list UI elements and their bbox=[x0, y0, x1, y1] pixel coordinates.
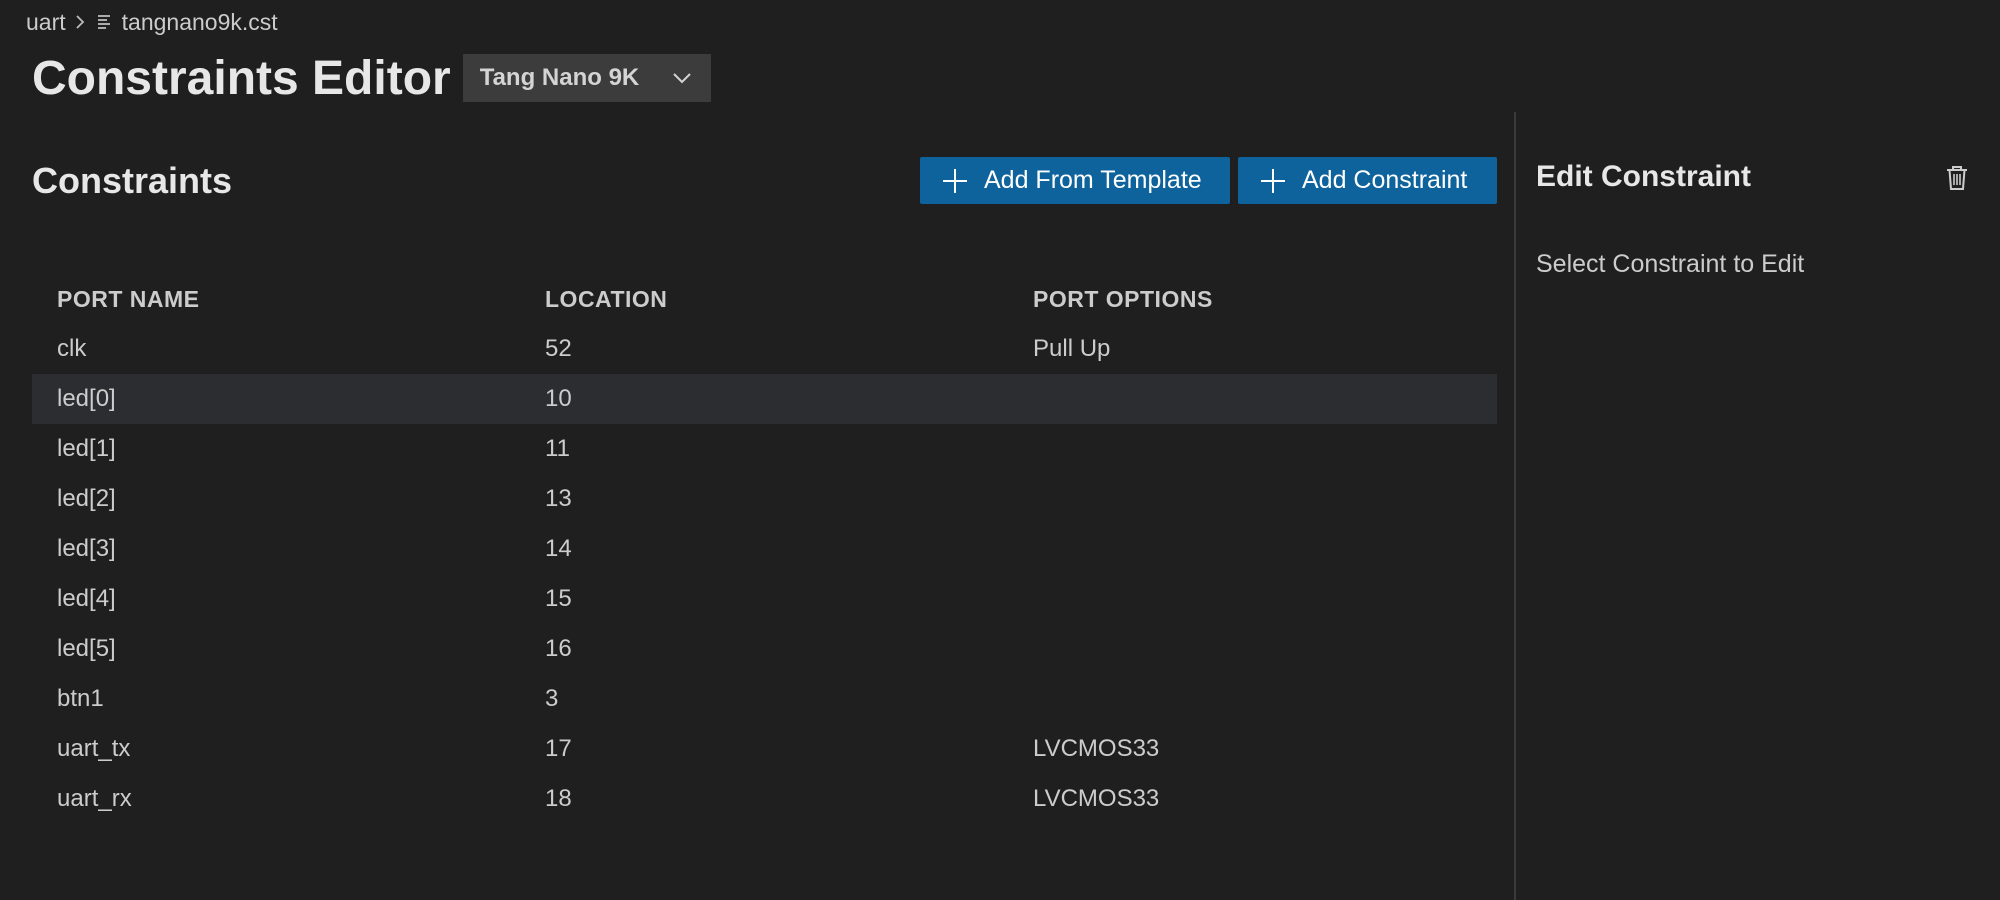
table-row[interactable]: clk 52 Pull Up bbox=[32, 324, 1497, 374]
cell-location: 16 bbox=[545, 635, 572, 662]
column-header-location: LOCATION bbox=[545, 285, 668, 312]
column-header-port-name: PORT NAME bbox=[57, 285, 200, 312]
cell-port-name: led[4] bbox=[57, 585, 116, 612]
add-from-template-button[interactable]: Add From Template bbox=[920, 157, 1230, 204]
edit-constraint-panel: Edit Constraint Select Constraint to Edi… bbox=[1516, 112, 2000, 900]
board-select-dropdown[interactable]: Tang Nano 9K bbox=[462, 54, 711, 102]
cell-port-name: led[0] bbox=[57, 385, 116, 412]
breadcrumb: uart tangnano9k.cst bbox=[26, 6, 278, 38]
file-lines-icon bbox=[96, 13, 114, 31]
board-select-value: Tang Nano 9K bbox=[479, 64, 640, 91]
chevron-right-icon bbox=[74, 13, 86, 31]
constraints-table: PORT NAME LOCATION PORT OPTIONS clk 52 Pul… bbox=[32, 274, 1497, 824]
constraints-section-title: Constraints bbox=[32, 160, 233, 201]
cell-port-name: btn1 bbox=[57, 685, 104, 712]
cell-location: 52 bbox=[545, 335, 572, 362]
column-header-port-options: PORT OPTIONS bbox=[1033, 285, 1213, 312]
table-row[interactable]: btn1 3 bbox=[32, 674, 1497, 724]
breadcrumb-file[interactable]: tangnano9k.cst bbox=[122, 9, 278, 36]
trash-icon[interactable] bbox=[1942, 162, 1972, 194]
cell-location: 10 bbox=[545, 385, 572, 412]
cell-location: 3 bbox=[545, 685, 559, 712]
table-row[interactable]: led[0] 10 bbox=[32, 374, 1497, 424]
table-row[interactable]: led[5] 16 bbox=[32, 624, 1497, 674]
edit-constraint-title: Edit Constraint bbox=[1536, 160, 1751, 193]
cell-location: 13 bbox=[545, 485, 572, 512]
cell-port-options: LVCMOS33 bbox=[1033, 785, 1160, 812]
cell-port-name: uart_rx bbox=[57, 785, 132, 812]
table-row[interactable]: uart_tx 17 LVCMOS33 bbox=[32, 724, 1497, 774]
select-constraint-message: Select Constraint to Edit bbox=[1536, 250, 1805, 278]
cell-location: 14 bbox=[545, 535, 572, 562]
cell-port-name: led[3] bbox=[57, 535, 116, 562]
cell-port-name: clk bbox=[57, 335, 87, 362]
add-constraint-label: Add Constraint bbox=[1302, 166, 1468, 194]
cell-location: 15 bbox=[545, 585, 572, 612]
cell-port-name: led[2] bbox=[57, 485, 116, 512]
editor-header: Constraints Editor Tang Nano 9K bbox=[32, 48, 711, 108]
add-constraint-button[interactable]: Add Constraint bbox=[1238, 157, 1497, 204]
cell-port-name: uart_tx bbox=[57, 735, 131, 762]
table-body: clk 52 Pull Up led[0] 10 led[1] 11 led[2] 13 led[… bbox=[32, 324, 1497, 824]
cell-port-options: LVCMOS33 bbox=[1033, 735, 1160, 762]
cell-location: 17 bbox=[545, 735, 572, 762]
add-from-template-label: Add From Template bbox=[984, 166, 1202, 194]
table-row[interactable]: uart_rx 18 LVCMOS33 bbox=[32, 774, 1497, 824]
page-title: Constraints Editor bbox=[32, 51, 451, 105]
table-row[interactable]: led[3] 14 bbox=[32, 524, 1497, 574]
table-row[interactable]: led[1] 11 bbox=[32, 424, 1497, 474]
constraints-panel: Constraints Add From Template Add Constr… bbox=[0, 112, 1514, 900]
cell-port-name: led[1] bbox=[57, 435, 116, 462]
cell-location: 11 bbox=[545, 435, 570, 462]
constraints-editor-page: uart tangnano9k.cst Constraints Editor T… bbox=[0, 0, 2000, 900]
cell-location: 18 bbox=[545, 785, 572, 812]
table-row[interactable]: led[4] 15 bbox=[32, 574, 1497, 624]
plus-icon bbox=[1260, 168, 1286, 194]
chevron-down-icon bbox=[672, 71, 692, 85]
table-header: PORT NAME LOCATION PORT OPTIONS bbox=[32, 274, 1497, 324]
cell-port-name: led[5] bbox=[57, 635, 116, 662]
plus-icon bbox=[942, 168, 968, 194]
table-row[interactable]: led[2] 13 bbox=[32, 474, 1497, 524]
cell-port-options: Pull Up bbox=[1033, 335, 1111, 362]
breadcrumb-folder[interactable]: uart bbox=[26, 9, 66, 36]
